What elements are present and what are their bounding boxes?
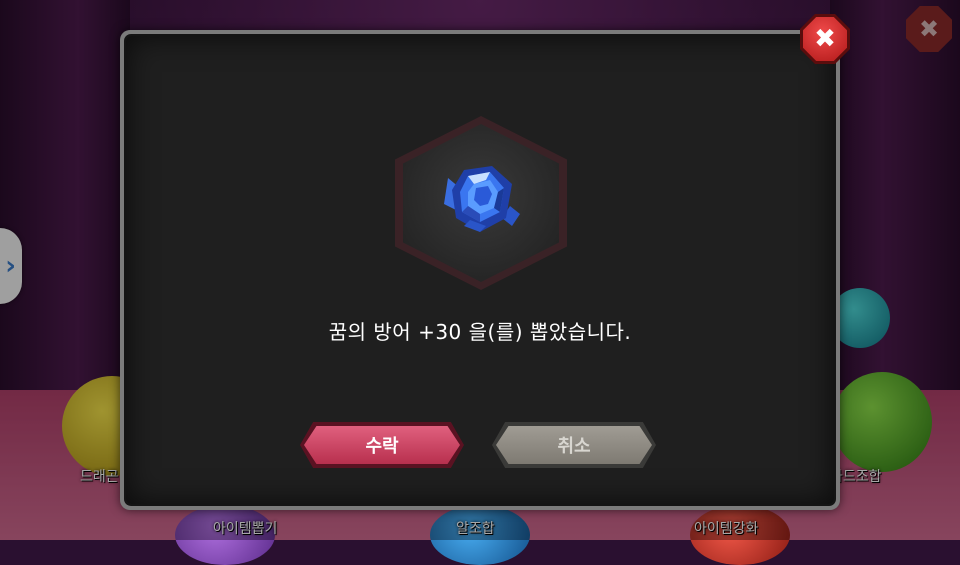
- accept-button-label: 수락: [304, 426, 460, 464]
- close-icon: ✖: [803, 17, 847, 61]
- cancel-button-label: 취소: [496, 426, 652, 464]
- cancel-button[interactable]: 취소: [492, 422, 656, 468]
- draw-result-message: 꿈의 방어 +30 을(를) 뽑았습니다.: [328, 320, 632, 344]
- accept-button[interactable]: 수락: [300, 422, 464, 468]
- blue-gem-icon: [444, 166, 520, 232]
- dialog-close-button[interactable]: ✖: [800, 14, 850, 64]
